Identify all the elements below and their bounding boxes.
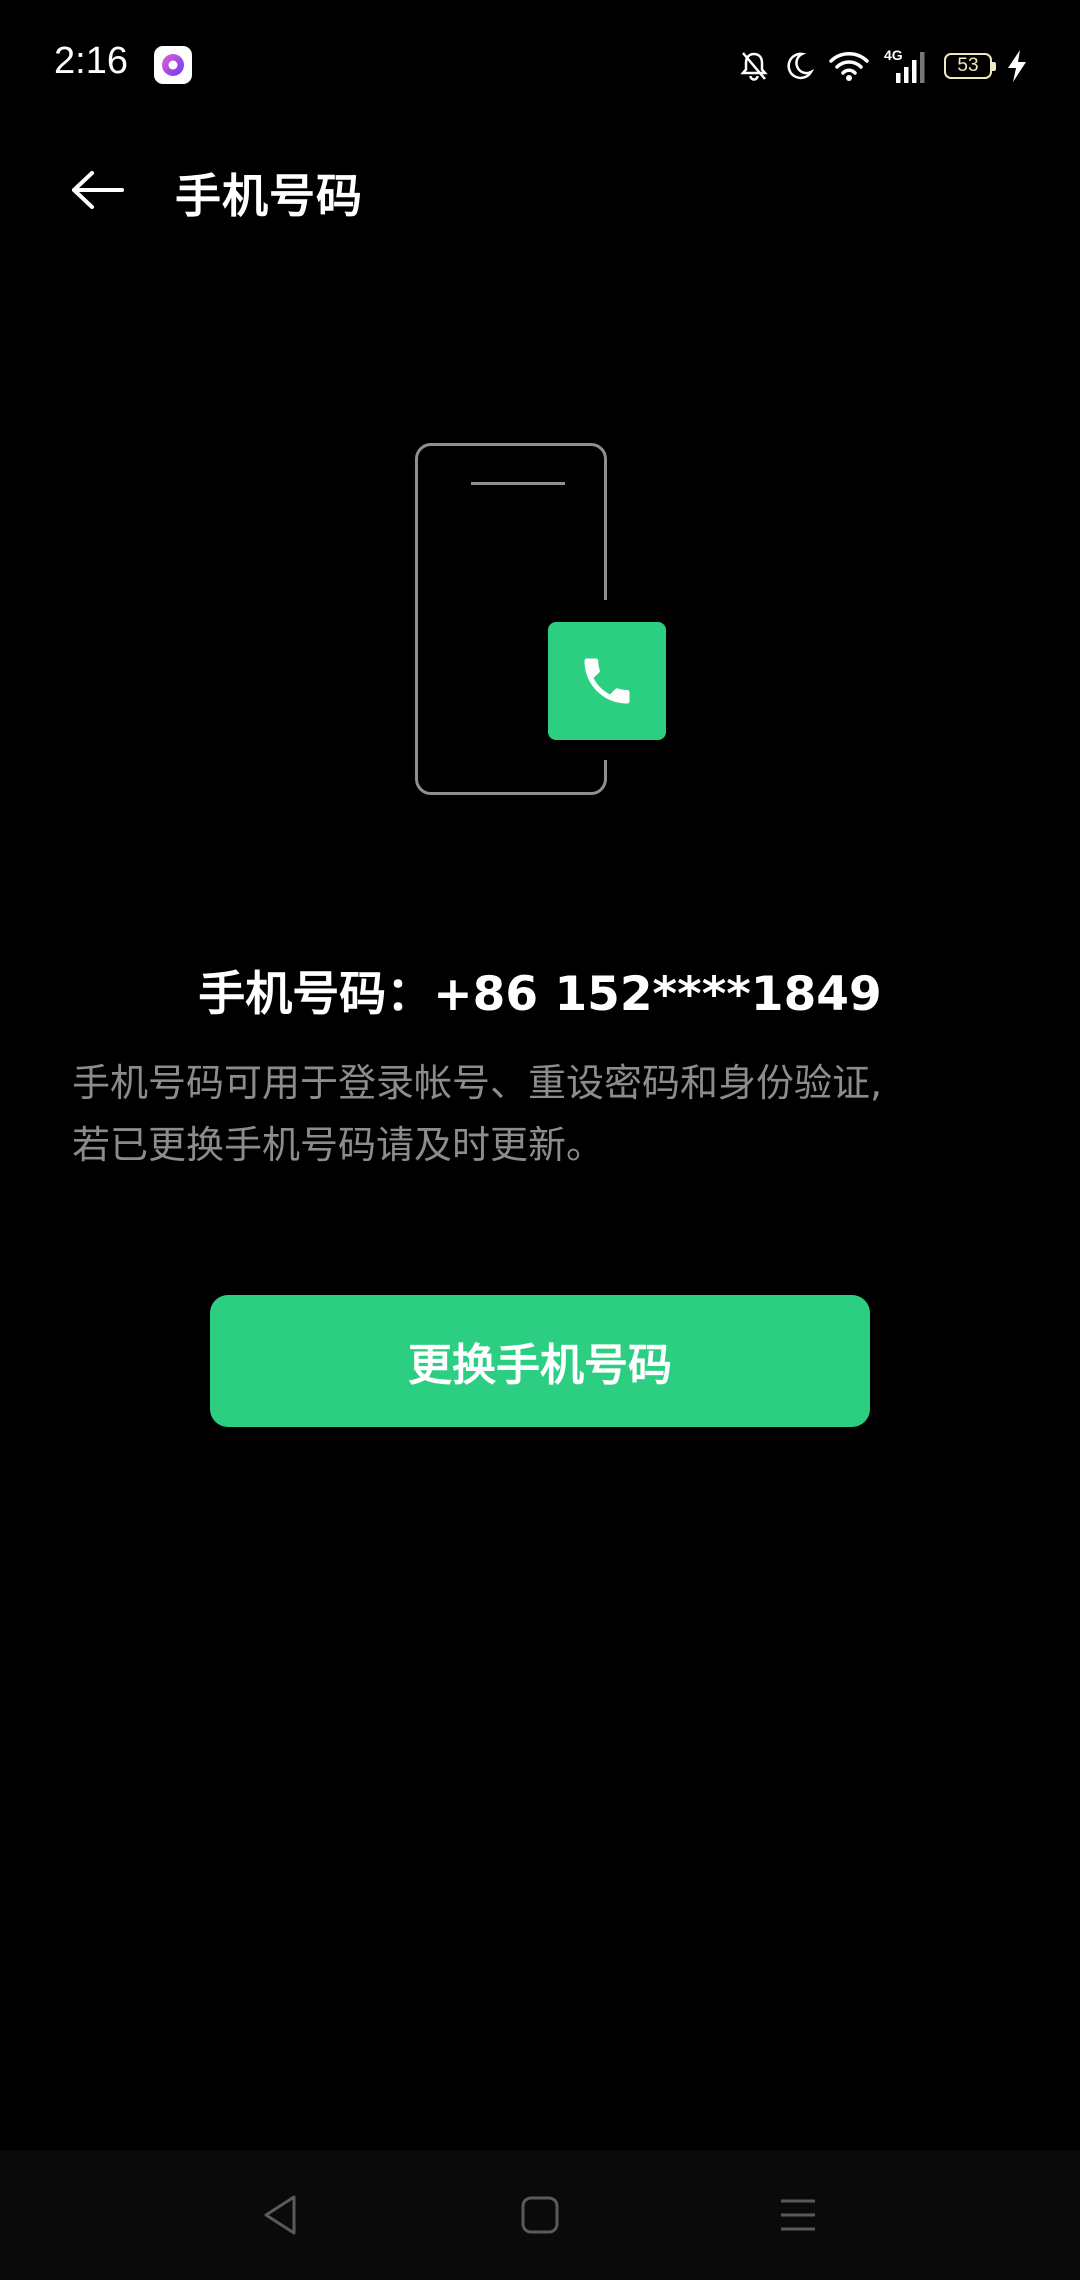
call-tile (548, 622, 666, 740)
battery-icon: 53 (944, 53, 996, 79)
phone-call-icon (584, 658, 630, 704)
moon-icon (784, 50, 814, 82)
nav-back-button[interactable] (245, 2180, 315, 2250)
nav-home-icon (521, 2196, 559, 2234)
page-title: 手机号码 (175, 169, 363, 223)
description-line: 手机号码可用于登录帐号、重设密码和身份验证, (72, 1061, 883, 1105)
back-button[interactable] (60, 152, 136, 228)
wifi-icon (828, 49, 870, 83)
app-bar: 手机号码 (0, 130, 1080, 250)
mute-bell-icon (738, 49, 770, 83)
app-notification-icon (154, 46, 192, 84)
phone-number-text: 手机号码：+86 152****1849 (198, 967, 882, 1022)
nav-recents-button[interactable] (763, 2180, 833, 2250)
navigation-bar (0, 2150, 1080, 2280)
nav-back-icon (264, 2195, 296, 2235)
back-arrow-icon (72, 171, 124, 209)
phone-illustration (410, 438, 670, 798)
description-line: 若已更换手机号码请及时更新。 (72, 1123, 605, 1167)
status-time: 2:16 (54, 40, 128, 82)
nav-recents-icon (781, 2199, 815, 2231)
status-icons: 4G 53 (738, 44, 1028, 88)
description: 手机号码可用于登录帐号、重设密码和身份验证, 若已更换手机号码请及时更新。 (72, 1052, 1012, 1176)
battery-level: 53 (957, 55, 979, 76)
signal-icon: 4G (884, 47, 930, 85)
charging-bolt-icon (1006, 49, 1028, 83)
nav-home-button[interactable] (505, 2180, 575, 2250)
phone-outline (415, 443, 607, 795)
status-bar: 2:16 4G 53 (0, 0, 1080, 130)
phone-speaker (471, 482, 565, 485)
change-phone-button[interactable]: 更换手机号码 (210, 1295, 870, 1427)
